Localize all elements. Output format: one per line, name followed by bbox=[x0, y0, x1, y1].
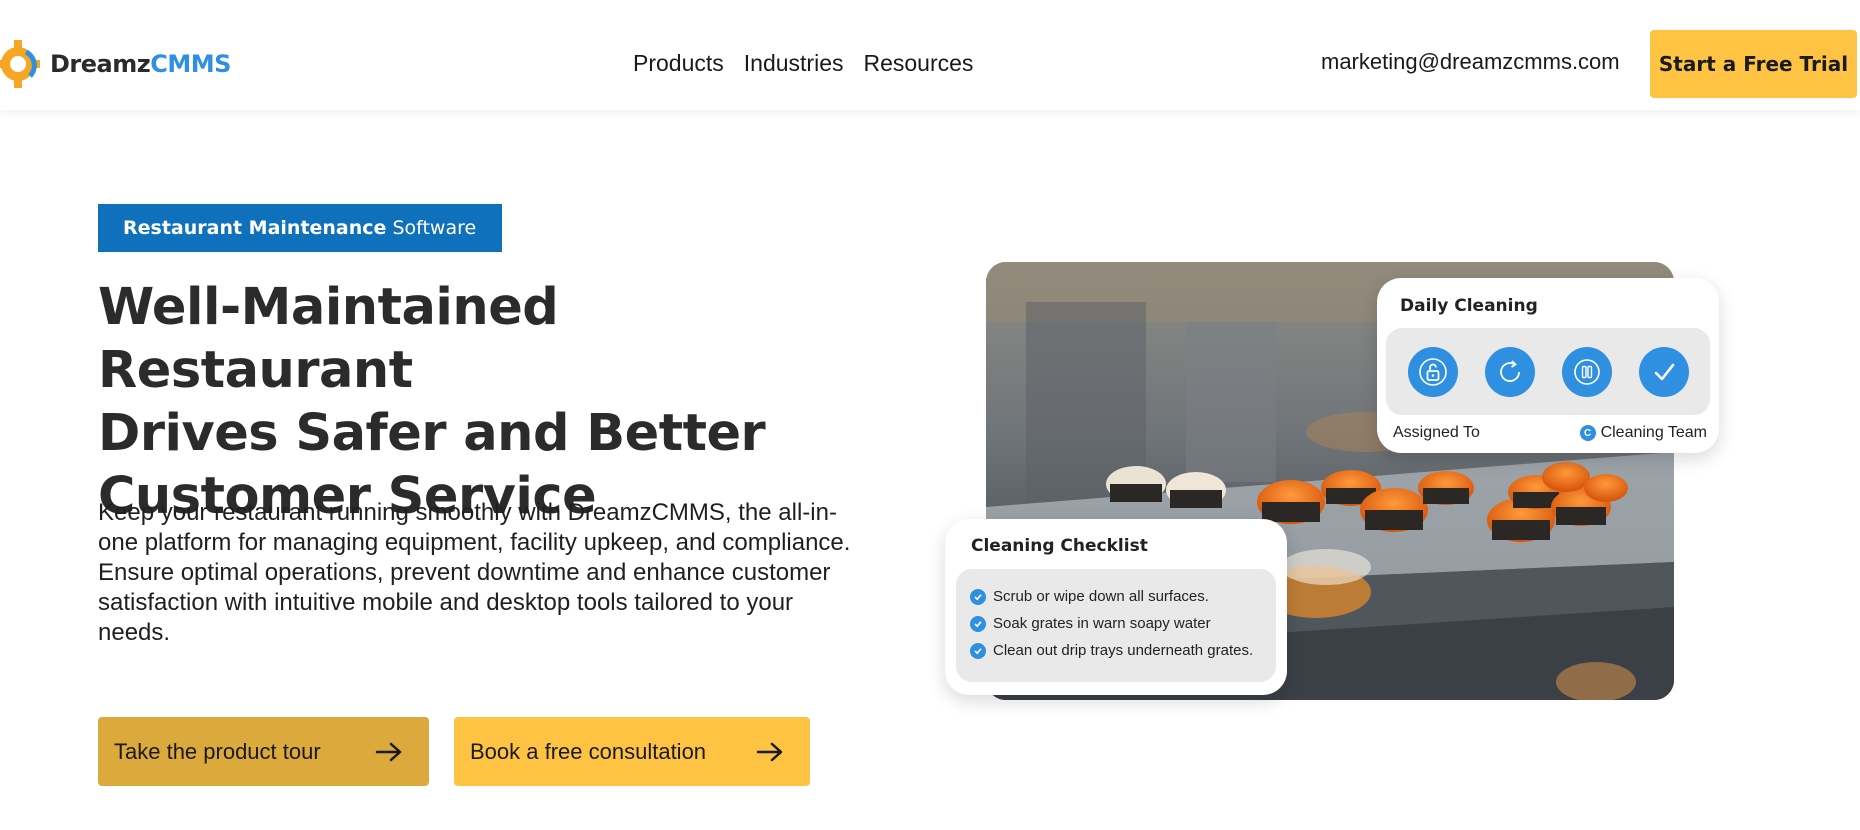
contact-email-link[interactable]: marketing@dreamzcmms.com bbox=[1321, 49, 1620, 75]
category-tag: Restaurant Maintenance Software bbox=[98, 204, 502, 252]
arrow-right-icon bbox=[375, 742, 402, 761]
pause-icon[interactable] bbox=[1561, 346, 1612, 397]
product-tour-button[interactable]: Take the product tour bbox=[98, 717, 429, 786]
checklist-item-text: Scrub or wipe down all surfaces. bbox=[993, 588, 1209, 605]
tag-regular-text: Software bbox=[392, 217, 477, 239]
team-name: Cleaning Team bbox=[1600, 424, 1707, 441]
refresh-icon[interactable] bbox=[1484, 346, 1535, 397]
assigned-team: C Cleaning Team bbox=[1579, 424, 1707, 442]
check-circle-icon bbox=[970, 615, 986, 632]
checkmark-glyph bbox=[1654, 363, 1674, 380]
checklist-items: Scrub or wipe down all surfaces. Soak gr… bbox=[956, 569, 1276, 682]
checkmark-icon[interactable] bbox=[1638, 346, 1689, 397]
check-circle-icon bbox=[970, 642, 986, 659]
tag-bold-text: Restaurant Maintenance bbox=[123, 217, 387, 239]
list-item: Clean out drip trays underneath grates. bbox=[970, 637, 1276, 664]
list-item: Soak grates in warn soapy water bbox=[970, 610, 1276, 637]
assigned-to-label: Assigned To bbox=[1393, 424, 1480, 441]
free-consultation-label: Book a free consultation bbox=[470, 738, 707, 764]
refresh-glyph bbox=[1499, 359, 1520, 382]
list-item: Scrub or wipe down all surfaces. bbox=[970, 583, 1276, 610]
product-tour-label: Take the product tour bbox=[114, 738, 321, 764]
hero-headline: Well-Maintained Restaurant Drives Safer … bbox=[98, 276, 878, 528]
cleaning-checklist-card: Cleaning Checklist Scrub or wipe down al… bbox=[945, 519, 1287, 695]
main-nav: Products Industries Resources bbox=[633, 50, 973, 77]
status-actions bbox=[1386, 328, 1710, 415]
headline-line-2: Drives Safer and Better bbox=[98, 404, 766, 463]
logo-wordmark: DreamzCMMS bbox=[50, 50, 231, 78]
logo-part-cmms: CMMS bbox=[150, 50, 231, 78]
check-circle-icon bbox=[970, 588, 986, 605]
checklist-title: Cleaning Checklist bbox=[971, 536, 1148, 556]
logo-part-dreamz: Dreamz bbox=[50, 50, 151, 78]
checklist-item-text: Clean out drip trays underneath grates. bbox=[993, 642, 1254, 659]
checklist-item-text: Soak grates in warn soapy water bbox=[993, 615, 1211, 632]
team-avatar: C bbox=[1579, 425, 1596, 441]
assignment-row: Assigned To C Cleaning Team bbox=[1393, 424, 1707, 442]
headline-line-1: Well-Maintained Restaurant bbox=[98, 278, 559, 400]
gear-logo-icon bbox=[0, 40, 40, 88]
unlock-icon[interactable] bbox=[1407, 346, 1458, 397]
unlock-glyph bbox=[1418, 357, 1447, 386]
free-consultation-button[interactable]: Book a free consultation bbox=[454, 717, 810, 786]
arrow-right-icon bbox=[756, 742, 783, 761]
nav-products[interactable]: Products bbox=[633, 50, 724, 77]
nav-resources[interactable]: Resources bbox=[863, 50, 973, 77]
site-header: DreamzCMMS Products Industries Resources… bbox=[0, 0, 1860, 110]
pause-glyph bbox=[1573, 358, 1600, 385]
logo[interactable]: DreamzCMMS bbox=[0, 36, 231, 92]
hero-description: Keep your restaurant running smoothly wi… bbox=[98, 499, 851, 646]
daily-cleaning-card: Daily Cleaning Assigned To C Cleaning Te… bbox=[1377, 278, 1719, 453]
start-free-trial-button[interactable]: Start a Free Trial bbox=[1650, 30, 1857, 98]
nav-industries[interactable]: Industries bbox=[744, 50, 844, 77]
daily-cleaning-title: Daily Cleaning bbox=[1400, 296, 1538, 316]
